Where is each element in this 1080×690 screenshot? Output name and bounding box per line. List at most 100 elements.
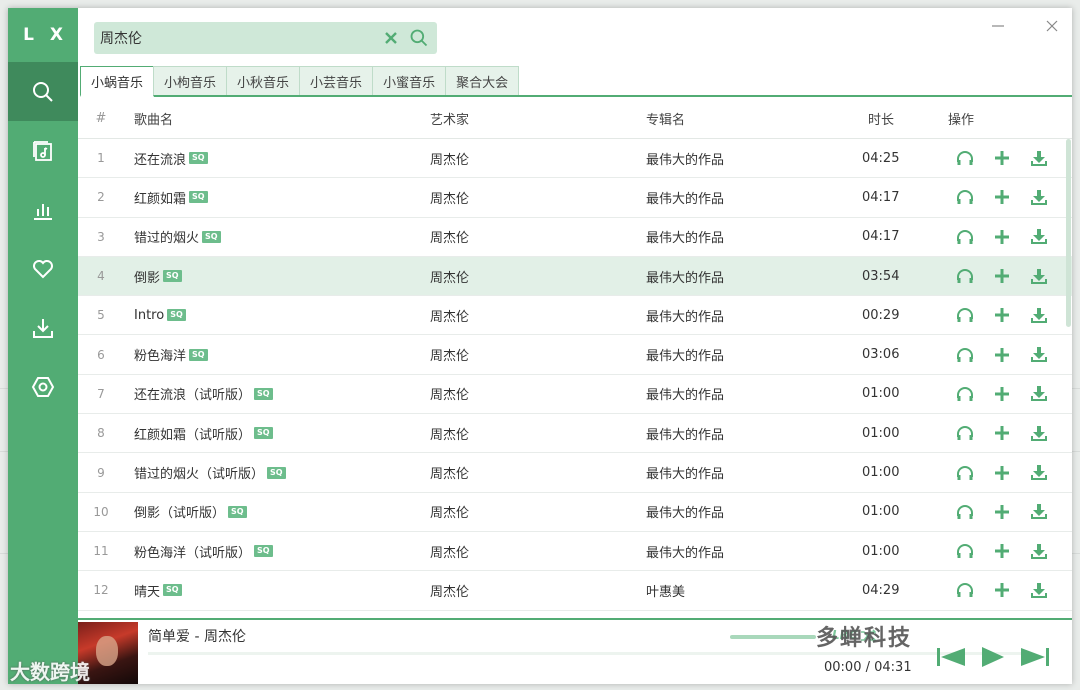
- tab-source-3[interactable]: 小秋音乐: [226, 66, 301, 95]
- table-row[interactable]: 2 红颜如霜 SQ 周杰伦 最伟大的作品 04:17: [78, 178, 1072, 218]
- sidebar-item-favorites[interactable]: [8, 239, 78, 298]
- sq-badge: SQ: [254, 427, 273, 440]
- tab-source-1[interactable]: 小蜗音乐: [80, 66, 155, 97]
- listen-button[interactable]: [946, 384, 983, 404]
- row-artist[interactable]: 周杰伦: [430, 571, 469, 609]
- table-row[interactable]: 11 粉色海洋（试听版） SQ 周杰伦 最伟大的作品 01:00: [78, 532, 1072, 572]
- table-row[interactable]: 4 倒影 SQ 周杰伦 最伟大的作品 03:54: [78, 256, 1072, 297]
- tab-source-6[interactable]: 聚合大会: [445, 66, 520, 95]
- table-row[interactable]: 1 还在流浪 SQ 周杰伦 最伟大的作品 04:25: [78, 139, 1072, 179]
- row-album[interactable]: 最伟大的作品: [646, 493, 724, 531]
- row-artist[interactable]: 周杰伦: [430, 218, 469, 256]
- listen-button[interactable]: [946, 266, 983, 286]
- download-button[interactable]: [1020, 384, 1057, 404]
- row-artist[interactable]: 周杰伦: [430, 296, 469, 334]
- close-window-button[interactable]: [1038, 14, 1066, 38]
- download-button[interactable]: [1020, 345, 1057, 365]
- row-artist[interactable]: 周杰伦: [430, 414, 469, 452]
- minimize-button[interactable]: [984, 14, 1012, 38]
- listen-button[interactable]: [946, 502, 983, 522]
- listen-button[interactable]: [946, 345, 983, 365]
- row-album[interactable]: 最伟大的作品: [646, 178, 724, 216]
- add-button[interactable]: [983, 305, 1020, 325]
- download-button[interactable]: [1020, 502, 1057, 522]
- download-button[interactable]: [1020, 187, 1057, 207]
- search-button[interactable]: [405, 22, 433, 54]
- add-button[interactable]: [983, 148, 1020, 168]
- download-button[interactable]: [1020, 423, 1057, 443]
- table-row[interactable]: 6 粉色海洋 SQ 周杰伦 最伟大的作品 03:06: [78, 335, 1072, 375]
- add-button[interactable]: [983, 463, 1020, 483]
- sidebar-item-song-list[interactable]: [8, 121, 78, 180]
- clear-search-button[interactable]: [377, 22, 405, 54]
- row-album[interactable]: 最伟大的作品: [646, 453, 724, 491]
- scrollbar[interactable]: [1066, 139, 1071, 327]
- listen-button[interactable]: [946, 227, 983, 247]
- add-button[interactable]: [983, 345, 1020, 365]
- table-row[interactable]: 5 Intro SQ 周杰伦 最伟大的作品 00:29: [78, 296, 1072, 336]
- table-row[interactable]: 12 晴天 SQ 周杰伦 叶惠美 04:29: [78, 571, 1072, 611]
- row-album[interactable]: 叶惠美: [646, 571, 685, 609]
- row-actions: [946, 453, 1057, 491]
- watermark-left: 大数跨境: [10, 660, 90, 684]
- search-input[interactable]: [94, 22, 377, 54]
- row-album[interactable]: 最伟大的作品: [646, 414, 724, 452]
- add-button[interactable]: [983, 266, 1020, 286]
- download-button[interactable]: [1020, 148, 1057, 168]
- volume-slider[interactable]: [730, 635, 816, 639]
- row-album[interactable]: 最伟大的作品: [646, 257, 724, 295]
- row-artist[interactable]: 周杰伦: [430, 139, 469, 177]
- row-album[interactable]: 最伟大的作品: [646, 375, 724, 413]
- row-album[interactable]: 最伟大的作品: [646, 296, 724, 334]
- add-button[interactable]: [983, 187, 1020, 207]
- row-artist[interactable]: 周杰伦: [430, 532, 469, 570]
- sidebar-item-download[interactable]: [8, 298, 78, 357]
- download-button[interactable]: [1020, 305, 1057, 325]
- prev-button[interactable]: [936, 646, 966, 672]
- add-button[interactable]: [983, 580, 1020, 600]
- add-button[interactable]: [983, 502, 1020, 522]
- row-artist[interactable]: 周杰伦: [430, 257, 469, 295]
- download-button[interactable]: [1020, 580, 1057, 600]
- download-button[interactable]: [1020, 227, 1057, 247]
- row-artist[interactable]: 周杰伦: [430, 375, 469, 413]
- row-artist[interactable]: 周杰伦: [430, 453, 469, 491]
- row-album[interactable]: 最伟大的作品: [646, 218, 724, 256]
- listen-button[interactable]: [946, 580, 983, 600]
- play-button[interactable]: [980, 646, 1006, 672]
- table-row[interactable]: 9 错过的烟火（试听版） SQ 周杰伦 最伟大的作品 01:00: [78, 453, 1072, 493]
- listen-button[interactable]: [946, 541, 983, 561]
- listen-button[interactable]: [946, 187, 983, 207]
- add-button[interactable]: [983, 541, 1020, 561]
- listen-button[interactable]: [946, 148, 983, 168]
- row-album[interactable]: 最伟大的作品: [646, 335, 724, 373]
- row-song-name: 错过的烟火（试听版） SQ: [134, 453, 286, 491]
- row-album[interactable]: 最伟大的作品: [646, 532, 724, 570]
- table-row[interactable]: 3 错过的烟火 SQ 周杰伦 最伟大的作品 04:17: [78, 218, 1072, 257]
- row-artist[interactable]: 周杰伦: [430, 493, 469, 531]
- bar-chart-icon: [34, 203, 52, 220]
- download-button[interactable]: [1020, 463, 1057, 483]
- sidebar-item-leaderboard[interactable]: [8, 180, 78, 239]
- row-album[interactable]: 最伟大的作品: [646, 139, 724, 177]
- download-button[interactable]: [1020, 541, 1057, 561]
- progress-bar[interactable]: [148, 652, 1032, 655]
- table-row[interactable]: 10 倒影（试听版） SQ 周杰伦 最伟大的作品 01:00: [78, 493, 1072, 532]
- add-button[interactable]: [983, 423, 1020, 443]
- tab-source-5[interactable]: 小蜜音乐: [372, 66, 447, 95]
- tab-source-2[interactable]: 小枸音乐: [153, 66, 228, 95]
- listen-button[interactable]: [946, 463, 983, 483]
- listen-button[interactable]: [946, 423, 983, 443]
- download-button[interactable]: [1020, 266, 1057, 286]
- row-artist[interactable]: 周杰伦: [430, 178, 469, 216]
- row-artist[interactable]: 周杰伦: [430, 335, 469, 373]
- tab-source-4[interactable]: 小芸音乐: [299, 66, 374, 95]
- add-button[interactable]: [983, 227, 1020, 247]
- sidebar-item-settings[interactable]: [8, 357, 78, 416]
- sidebar-item-search[interactable]: [8, 62, 78, 121]
- next-button[interactable]: [1020, 646, 1050, 672]
- listen-button[interactable]: [946, 305, 983, 325]
- table-row[interactable]: 8 红颜如霜（试听版） SQ 周杰伦 最伟大的作品 01:00: [78, 414, 1072, 454]
- add-button[interactable]: [983, 384, 1020, 404]
- table-row[interactable]: 7 还在流浪（试听版） SQ 周杰伦 最伟大的作品 01:00: [78, 375, 1072, 415]
